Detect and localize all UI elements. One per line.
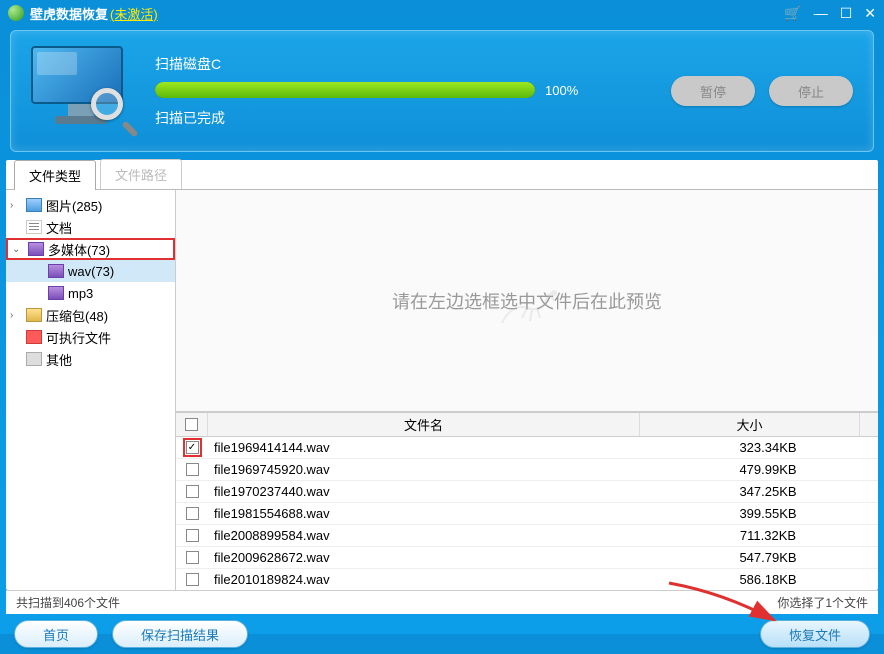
titlebar: 壁虎数据恢复 (未激活) 🛒 — ☐ ✕ (0, 0, 884, 26)
category-icon (48, 286, 64, 300)
maximize-button[interactable]: ☐ (840, 5, 853, 22)
table-row[interactable]: file2008899584.wav711.32KB (176, 525, 878, 547)
cell-filename: file2008899584.wav (208, 528, 658, 543)
cart-icon[interactable]: 🛒 (784, 5, 801, 22)
scan-progress-fill (155, 82, 535, 98)
row-checkbox[interactable] (186, 529, 199, 542)
status-selected-count: 你选择了1个文件 (777, 594, 868, 611)
table-row[interactable]: file1981554688.wav399.55KB (176, 503, 878, 525)
pause-button[interactable]: 暂停 (671, 76, 755, 106)
table-row[interactable]: file1969414144.wav323.34KB (176, 437, 878, 459)
close-button[interactable]: ✕ (864, 5, 876, 22)
cell-filename: file1969745920.wav (208, 462, 658, 477)
select-all-checkbox[interactable] (185, 418, 198, 431)
status-bar: 共扫描到406个文件 你选择了1个文件 (6, 590, 878, 614)
table-row[interactable]: file2009628672.wav547.79KB (176, 547, 878, 569)
tree-toggle-icon[interactable]: ⌄ (12, 244, 24, 255)
tree-item[interactable]: wav(73) (6, 260, 175, 282)
tree-item-label: mp3 (68, 286, 93, 301)
tab-file-path[interactable]: 文件路径 (100, 159, 182, 189)
table-row[interactable]: file1970237440.wav347.25KB (176, 481, 878, 503)
tree-item-label: 可执行文件 (46, 328, 111, 347)
table-row[interactable]: file1969745920.wav479.99KB (176, 459, 878, 481)
tabs-row: 文件类型 文件路径 (6, 160, 878, 190)
cell-size: 399.55KB (658, 506, 878, 521)
cell-size: 323.34KB (658, 440, 878, 455)
window-controls: 🛒 — ☐ ✕ (784, 5, 876, 22)
col-header-size[interactable]: 大小 (640, 413, 860, 436)
recover-files-button[interactable]: 恢复文件 (760, 620, 870, 648)
scan-disk-label: 扫描磁盘C (155, 54, 651, 74)
gecko-watermark-icon (492, 283, 562, 338)
cell-size: 479.99KB (658, 462, 878, 477)
file-table-body[interactable]: file1969414144.wav323.34KBfile1969745920… (176, 437, 878, 590)
category-icon (26, 330, 42, 344)
preview-area: 请在左边选框选中文件后在此预览 (176, 190, 878, 412)
row-checkbox[interactable] (186, 507, 199, 520)
cell-filename: file1970237440.wav (208, 484, 658, 499)
monitor-scan-icon (31, 46, 131, 136)
tree-item[interactable]: 文档 (6, 216, 175, 238)
home-button[interactable]: 首页 (14, 620, 98, 648)
cell-size: 711.32KB (658, 528, 878, 543)
row-checkbox[interactable] (186, 573, 199, 586)
category-tree[interactable]: › 图片(285) 文档 ⌄ 多媒体(73) wav(73) mp3 › 压缩包(48) 可执行文… (6, 190, 176, 590)
cell-size: 347.25KB (658, 484, 878, 499)
scan-progress-percent: 100% (545, 83, 578, 98)
tree-item[interactable]: ⌄ 多媒体(73) (6, 238, 175, 260)
row-checkbox[interactable] (186, 441, 199, 454)
main-area: 文件类型 文件路径 › 图片(285) 文档 ⌄ 多媒体(73) wav(73) mp3 › 压… (6, 160, 878, 590)
tree-item-label: 其他 (46, 350, 72, 369)
category-icon (26, 220, 42, 234)
tree-toggle-icon[interactable]: › (10, 310, 22, 321)
tree-item[interactable]: 其他 (6, 348, 175, 370)
category-icon (26, 198, 42, 212)
tree-item-label: 文档 (46, 218, 72, 237)
cell-size: 547.79KB (658, 550, 878, 565)
scan-done-label: 扫描已完成 (155, 108, 651, 128)
cell-size: 586.18KB (658, 572, 878, 587)
activation-status-link[interactable]: (未激活) (110, 4, 158, 23)
tree-toggle-icon[interactable]: › (10, 200, 22, 211)
table-row[interactable]: file2010189824.wav586.18KB (176, 569, 878, 590)
tree-item-label: 压缩包(48) (46, 306, 108, 325)
tab-file-type[interactable]: 文件类型 (14, 160, 96, 190)
row-checkbox[interactable] (186, 463, 199, 476)
file-table: 文件名 大小 file1969414144.wav323.34KBfile196… (176, 412, 878, 590)
tree-item[interactable]: 可执行文件 (6, 326, 175, 348)
tree-item[interactable]: › 压缩包(48) (6, 304, 175, 326)
cell-filename: file2009628672.wav (208, 550, 658, 565)
save-scan-button[interactable]: 保存扫描结果 (112, 620, 248, 648)
magnifier-icon (91, 88, 137, 134)
tree-item[interactable]: mp3 (6, 282, 175, 304)
cell-filename: file1969414144.wav (208, 440, 658, 455)
app-logo-icon (8, 5, 24, 21)
scan-header-panel: 扫描磁盘C 100% 扫描已完成 暂停 停止 (10, 30, 874, 152)
category-icon (26, 352, 42, 366)
cell-filename: file1981554688.wav (208, 506, 658, 521)
category-icon (26, 308, 42, 322)
cell-filename: file2010189824.wav (208, 572, 658, 587)
tree-item-label: 图片(285) (46, 196, 102, 215)
row-checkbox[interactable] (186, 485, 199, 498)
footer: 首页 保存扫描结果 恢复文件 (0, 614, 884, 654)
minimize-button[interactable]: — (814, 5, 828, 21)
tree-item[interactable]: › 图片(285) (6, 194, 175, 216)
app-title: 壁虎数据恢复 (30, 4, 108, 23)
scan-progress-bar (155, 82, 535, 98)
row-checkbox[interactable] (186, 551, 199, 564)
category-icon (28, 242, 44, 256)
tree-item-label: wav(73) (68, 264, 114, 279)
status-scanned-count: 共扫描到406个文件 (16, 594, 120, 611)
col-header-filename[interactable]: 文件名 (208, 413, 640, 436)
category-icon (48, 264, 64, 278)
tree-item-label: 多媒体(73) (48, 240, 110, 259)
stop-button[interactable]: 停止 (769, 76, 853, 106)
